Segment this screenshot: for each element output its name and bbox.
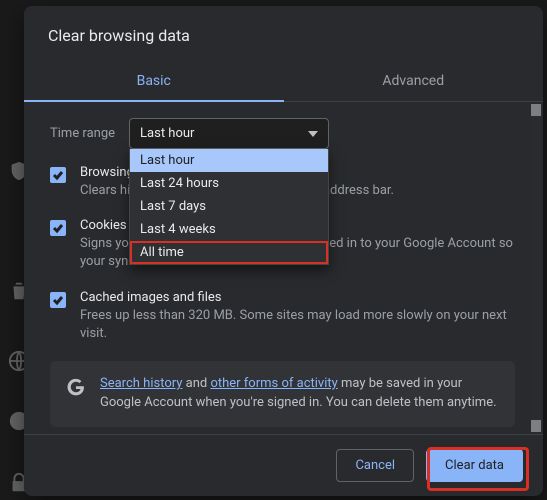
time-range-label: Time range bbox=[50, 126, 115, 141]
chevron-down-icon bbox=[308, 129, 318, 139]
link-search-history[interactable]: Search history bbox=[100, 376, 182, 391]
option-last-7-days[interactable]: Last 7 days bbox=[130, 195, 328, 218]
scrollbar-track[interactable] bbox=[531, 104, 541, 432]
scrollbar-down-icon[interactable] bbox=[531, 420, 541, 432]
time-range-row: Time range Last hour Last hour Last 24 h… bbox=[50, 118, 515, 149]
google-account-info-text: Search history and other forms of activi… bbox=[100, 375, 499, 413]
option-last-hour[interactable]: Last hour bbox=[130, 149, 328, 172]
time-range-value: Last hour bbox=[140, 126, 194, 141]
google-account-info: Search history and other forms of activi… bbox=[50, 361, 515, 427]
desc-cache: Frees up less than 320 MB. Some sites ma… bbox=[80, 307, 515, 343]
clear-browsing-data-dialog: Clear browsing data Basic Advanced Time … bbox=[24, 6, 543, 496]
dialog-footer: Cancel Clear data bbox=[24, 434, 543, 496]
title-cache: Cached images and files bbox=[80, 290, 515, 305]
time-range-select[interactable]: Last hour Last hour Last 24 hours Last 7… bbox=[129, 118, 329, 149]
clear-data-button[interactable]: Clear data bbox=[426, 449, 523, 482]
tab-basic[interactable]: Basic bbox=[24, 61, 284, 101]
tab-advanced[interactable]: Advanced bbox=[284, 61, 544, 101]
checkbox-cookies[interactable] bbox=[50, 220, 66, 236]
checkbox-browsing-history[interactable] bbox=[50, 167, 66, 183]
option-last-24-hours[interactable]: Last 24 hours bbox=[130, 172, 328, 195]
scrollbar-up-icon[interactable] bbox=[531, 104, 541, 116]
link-other-forms-of-activity[interactable]: other forms of activity bbox=[210, 376, 337, 391]
dialog-body: Time range Last hour Last hour Last 24 h… bbox=[24, 102, 543, 434]
row-cache: Cached images and files Frees up less th… bbox=[50, 290, 515, 343]
dialog-title: Clear browsing data bbox=[24, 6, 543, 61]
option-all-time[interactable]: All time bbox=[130, 241, 328, 264]
checkbox-cache[interactable] bbox=[50, 292, 66, 308]
time-range-select-box[interactable]: Last hour bbox=[129, 118, 329, 149]
option-last-4-weeks[interactable]: Last 4 weeks bbox=[130, 218, 328, 241]
cancel-button[interactable]: Cancel bbox=[336, 449, 414, 482]
google-logo-icon bbox=[66, 377, 86, 397]
tab-bar: Basic Advanced bbox=[24, 61, 543, 102]
time-range-dropdown: Last hour Last 24 hours Last 7 days Last… bbox=[129, 149, 329, 265]
